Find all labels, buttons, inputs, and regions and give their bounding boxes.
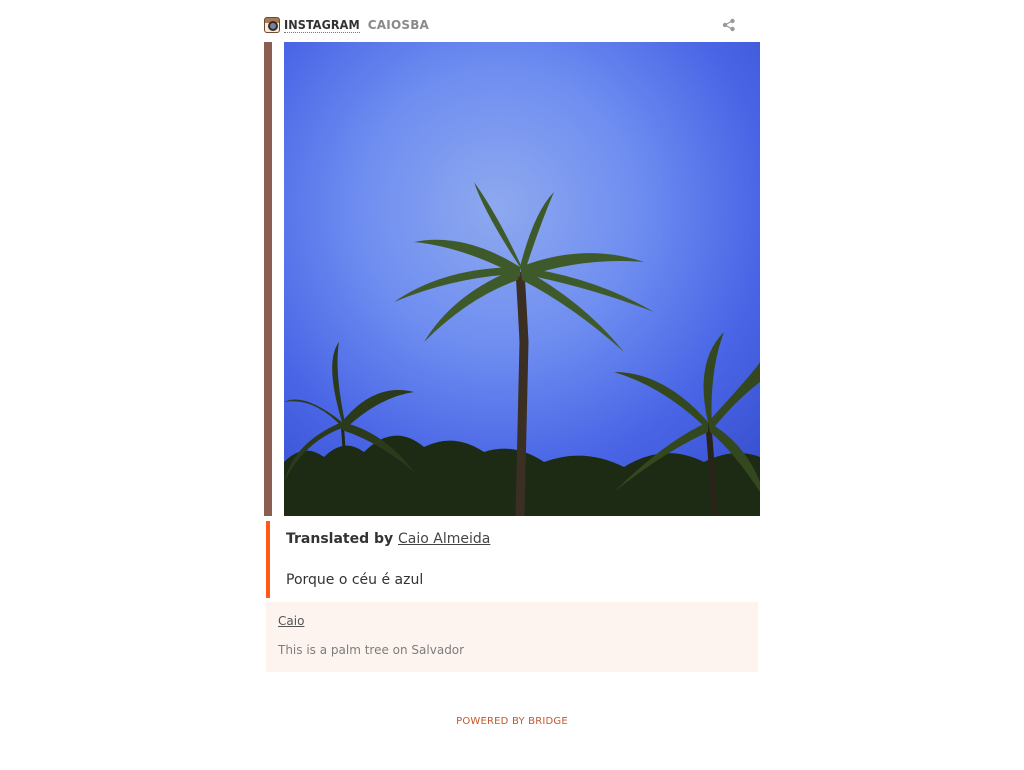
- username-label: CAIOSBA: [367, 18, 430, 32]
- post-card: INSTAGRAM CAIOSBA Translated by Caio Alm…: [264, 14, 760, 672]
- photo-row: [264, 42, 760, 516]
- translation-credit: Translated by Caio Almeida: [286, 528, 760, 547]
- palm-tree-illustration: [284, 182, 760, 516]
- share-icon[interactable]: [722, 18, 736, 32]
- color-bar: [264, 42, 272, 516]
- comment-text: This is a palm tree on Salvador: [278, 643, 465, 657]
- translator-link[interactable]: Caio Almeida: [398, 531, 490, 547]
- translated-caption: Porque o céu é azul: [286, 572, 424, 588]
- post-photo[interactable]: [284, 42, 760, 516]
- translation-block: Translated by Caio Almeida Porque o céu …: [266, 521, 760, 598]
- source-link[interactable]: INSTAGRAM: [284, 17, 360, 33]
- translated-by-label: Translated by: [286, 531, 399, 547]
- comment-author-link[interactable]: Caio: [278, 614, 304, 628]
- powered-by-link[interactable]: POWERED BY BRIDGE: [0, 716, 1024, 727]
- post-header: INSTAGRAM CAIOSBA: [264, 14, 760, 36]
- instagram-icon: [264, 17, 280, 33]
- comment-box: Caio This is a palm tree on Salvador: [266, 602, 758, 672]
